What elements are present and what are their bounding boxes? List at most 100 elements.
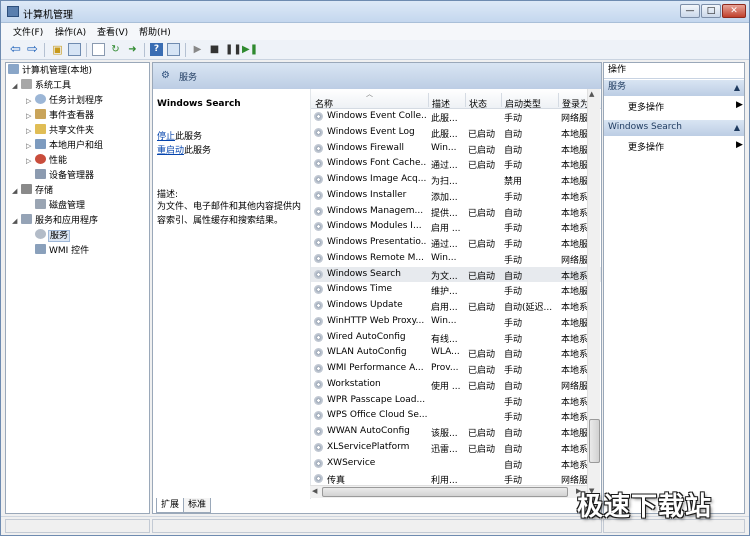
tree-root[interactable]: 计算机管理(本地) <box>8 64 92 78</box>
service-status: 已启动 <box>468 208 496 219</box>
service-startup-type: 手动 <box>504 334 523 345</box>
restart-service-link[interactable]: 重启动 <box>157 146 184 156</box>
table-row[interactable]: Windows Font Cache... 通过... 已启动 手动 本地服 <box>311 156 601 171</box>
service-startup-type: 手动 <box>504 318 523 329</box>
properties-icon[interactable] <box>92 43 105 56</box>
up-folder-icon[interactable]: ▣ <box>51 43 64 56</box>
expand-icon[interactable]: ▷ <box>26 124 35 138</box>
expand-icon[interactable]: ▷ <box>26 94 35 108</box>
table-row[interactable]: Windows Update 启用... 已启动 自动(延迟... 本地系 <box>311 298 601 313</box>
menu-view[interactable]: 查看(V) <box>97 25 128 38</box>
horizontal-scroll-thumb[interactable] <box>322 487 568 497</box>
help-icon[interactable]: ? <box>150 43 163 56</box>
pause-icon[interactable]: ❚❚ <box>225 43 242 56</box>
table-row[interactable]: Windows Image Acq... 为扫... 禁用 本地服 <box>311 172 601 187</box>
table-row[interactable]: WPR Passcape Load... 手动 本地系 <box>311 393 601 408</box>
more-actions-selected[interactable]: 更多操作 ▶ <box>628 140 743 153</box>
maximize-button[interactable]: □ <box>701 4 721 18</box>
stop-service-link[interactable]: 停止 <box>157 132 175 142</box>
table-row[interactable]: WLAN AutoConfig WLA... 已启动 自动 本地系 <box>311 345 601 360</box>
tree-performance[interactable]: ▷ 性能 <box>26 154 67 168</box>
menu-file[interactable]: 文件(F) <box>13 25 43 38</box>
table-row[interactable]: WWAN AutoConfig 该服... 已启动 自动 本地服 <box>311 424 601 439</box>
table-row[interactable]: Windows Event Log 此服... 已启动 自动 本地服 <box>311 125 601 140</box>
table-row[interactable]: Windows Managem... 提供... 已启动 自动 本地系 <box>311 204 601 219</box>
export-list-icon[interactable]: ➜ <box>126 43 139 56</box>
device-manager-icon <box>35 169 46 179</box>
expand-icon[interactable]: ▷ <box>26 109 35 123</box>
scroll-left-icon[interactable]: ◀ <box>312 487 317 495</box>
more-actions-services[interactable]: 更多操作 ▶ <box>628 100 743 113</box>
table-row[interactable]: Windows Event Colle... 此服... 手动 网络服 <box>311 109 601 124</box>
collapse-icon[interactable]: ◢ <box>12 184 21 198</box>
tree-system-tools[interactable]: ◢ 系统工具 <box>12 79 71 93</box>
tree-services[interactable]: 服务 <box>35 229 71 243</box>
table-row[interactable]: 传真 利用... 手动 网络服 <box>311 471 601 486</box>
vertical-scroll-thumb[interactable] <box>589 419 600 463</box>
table-row[interactable]: Windows Installer 添加... 手动 本地系 <box>311 188 601 203</box>
close-button[interactable]: ✕ <box>722 4 746 18</box>
table-row[interactable]: WPS Office Cloud Se... 手动 本地系 <box>311 408 601 423</box>
actions-selected-service-header[interactable]: Windows Search ▲ <box>604 120 744 136</box>
back-icon[interactable]: ⇦ <box>9 43 22 56</box>
table-row[interactable]: Wired AutoConfig 有线... 手动 本地系 <box>311 330 601 345</box>
service-status: 已启动 <box>468 366 496 376</box>
tree-local-users[interactable]: ▷ 本地用户和组 <box>26 139 103 153</box>
scroll-up-icon[interactable]: ▲ <box>589 90 594 98</box>
table-row[interactable]: Windows Presentatio... 通过... 已启动 手动 本地服 <box>311 235 601 250</box>
restart-icon[interactable]: ▶❚ <box>242 43 258 56</box>
refresh-icon[interactable]: ↻ <box>109 43 122 56</box>
minimize-button[interactable]: — <box>680 4 700 18</box>
expand-icon[interactable]: ▷ <box>26 154 35 168</box>
toggle-view-icon[interactable] <box>167 43 180 56</box>
tree-task-scheduler[interactable]: ▷ 任务计划程序 <box>26 94 103 108</box>
stop-icon[interactable]: ■ <box>208 43 221 56</box>
tree-disk-management[interactable]: 磁盘管理 <box>35 199 85 213</box>
table-row[interactable]: WMI Performance A... Prov... 已启动 手动 本地系 <box>311 361 601 376</box>
table-row[interactable]: Windows Search 为文... 已启动 自动 本地系 <box>311 266 601 282</box>
collapse-up-icon[interactable]: ▲ <box>734 80 740 95</box>
tree-wmi[interactable]: WMI 控件 <box>35 244 89 258</box>
actions-services-header[interactable]: 服务 ▲ <box>604 80 744 96</box>
table-row[interactable]: Windows Time 维护... 手动 本地服 <box>311 282 601 297</box>
table-row[interactable]: WinHTTP Web Proxy... Win... 手动 本地服 <box>311 314 601 329</box>
service-gear-icon <box>314 301 323 310</box>
menu-help[interactable]: 帮助(H) <box>139 25 171 38</box>
tree-services-apps[interactable]: ◢ 服务和应用程序 <box>12 214 98 228</box>
show-hide-tree-icon[interactable] <box>68 43 81 56</box>
restart-service-line: 重启动此服务 <box>157 146 212 156</box>
event-viewer-icon <box>35 109 46 119</box>
shared-folder-icon <box>35 124 46 134</box>
table-row[interactable]: Windows Modules I... 启用 ... 手动 本地系 <box>311 219 601 234</box>
menu-action[interactable]: 操作(A) <box>55 25 86 38</box>
table-row[interactable]: XWService 自动 本地系 <box>311 456 601 471</box>
collapse-icon[interactable]: ◢ <box>12 214 21 228</box>
service-status: 已启动 <box>468 429 496 439</box>
forward-icon[interactable]: ⇨ <box>26 43 39 56</box>
service-gear-icon <box>314 458 323 468</box>
tree-event-viewer[interactable]: ▷ 事件查看器 <box>26 109 94 123</box>
service-gear-icon <box>314 269 323 279</box>
tab-standard[interactable]: 标准 <box>183 498 212 513</box>
collapse-up-icon[interactable]: ▲ <box>734 120 740 135</box>
table-row[interactable]: Windows Firewall Win... 已启动 自动 本地服 <box>311 141 601 156</box>
service-gear-icon <box>314 238 323 247</box>
clock-icon <box>35 94 46 104</box>
collapse-icon[interactable]: ◢ <box>12 79 21 93</box>
tree-shared-folders[interactable]: ▷ 共享文件夹 <box>26 124 94 138</box>
expand-icon[interactable]: ▷ <box>26 139 35 153</box>
table-row[interactable]: Windows Remote M... Win... 手动 网络服 <box>311 251 601 266</box>
computer-management-icon <box>7 6 19 17</box>
tree-device-manager[interactable]: 设备管理器 <box>35 169 94 183</box>
tab-extended[interactable]: 扩展 <box>156 498 185 513</box>
vertical-scrollbar[interactable]: ▲ ▼ <box>587 89 600 499</box>
service-description: Win... <box>431 315 457 326</box>
play-icon[interactable]: ▶ <box>191 43 204 56</box>
tree-storage[interactable]: ◢ 存储 <box>12 184 53 198</box>
service-startup-type: 自动 <box>504 444 523 455</box>
service-startup-type: 自动 <box>504 460 523 471</box>
service-startup-type: 手动 <box>504 255 523 266</box>
service-description: 有线... <box>431 334 458 345</box>
table-row[interactable]: XLServicePlatform 迅雷... 已启动 自动 本地系 <box>311 440 601 455</box>
table-row[interactable]: Workstation 使用 ... 已启动 自动 网络服 <box>311 377 601 392</box>
